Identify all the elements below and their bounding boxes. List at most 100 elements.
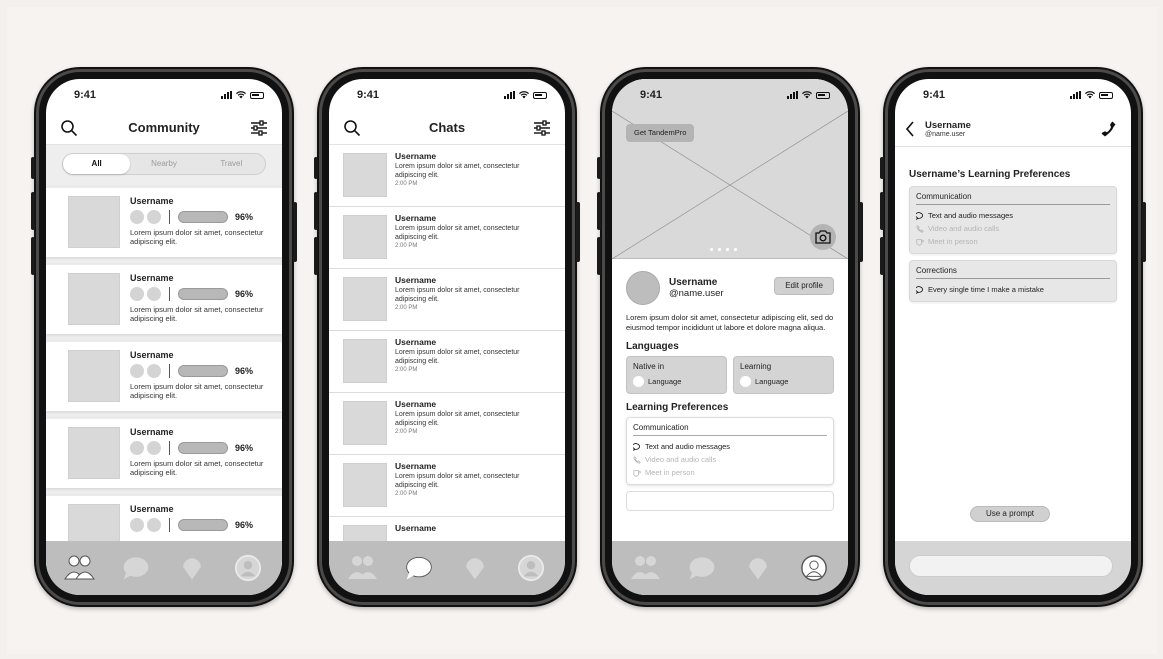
- pref-text-audio-label: Text and audio messages: [928, 211, 1014, 220]
- signal-icon: [504, 91, 515, 99]
- chat-avatar-placeholder: [343, 277, 387, 321]
- match-bar: [178, 442, 228, 454]
- use-prompt-button[interactable]: Use a prompt: [970, 506, 1050, 522]
- language-dot: [147, 518, 161, 532]
- phone-community: 9:41 Community All Nearby Travel Usernam…: [31, 67, 297, 607]
- chat-avatar-placeholder: [343, 215, 387, 259]
- segment-nearby[interactable]: Nearby: [130, 154, 197, 174]
- pref-meet-label: Meet in person: [645, 468, 695, 477]
- profile-icon: [234, 554, 262, 582]
- chat-username: Username: [395, 213, 437, 223]
- phone-icon: [633, 455, 641, 464]
- message-icon: [633, 442, 640, 451]
- tab-profile[interactable]: [797, 551, 831, 585]
- wifi-icon: [519, 91, 529, 99]
- tab-community[interactable]: [63, 551, 97, 585]
- tab-tips[interactable]: [458, 551, 492, 585]
- pref-text-audio: Text and audio messages: [633, 440, 827, 453]
- camera-button[interactable]: [810, 224, 836, 250]
- chat-preview: Lorem ipsum dolor sit amet, consectetur …: [395, 411, 520, 427]
- wifi-icon: [236, 91, 246, 99]
- native-label: Native in: [633, 362, 665, 371]
- user-photo-placeholder: [68, 350, 120, 402]
- filter-icon[interactable]: [250, 119, 268, 137]
- match-bar: [178, 365, 228, 377]
- chat-username: Username: [395, 337, 437, 347]
- language-dot: [130, 518, 144, 532]
- edit-profile-button[interactable]: Edit profile: [774, 277, 834, 295]
- community-card[interactable]: Username 96% Lorem ipsum dolor sit amet, c…: [46, 341, 282, 411]
- tab-profile[interactable]: [231, 551, 265, 585]
- status-time: 9:41: [640, 89, 663, 101]
- chat-row[interactable]: Username Lorem ipsum dolor sit amet, cons…: [329, 207, 565, 269]
- phone-chats: 9:41 Chats Username Lorem ipsum dolor sit…: [314, 67, 580, 607]
- communication-card: Communication Text and audio messages Vi…: [909, 186, 1117, 254]
- chat-row[interactable]: Username Lorem ipsum dolor sit amet, cons…: [329, 393, 565, 455]
- carousel-dots: [710, 248, 737, 251]
- user-photo-placeholder: [68, 427, 120, 479]
- community-list: Username 96% Lorem ipsum dolor sit amet, c…: [46, 187, 282, 565]
- message-composer: [895, 541, 1131, 595]
- card-description: Lorem ipsum dolor sit amet, consectetur …: [130, 228, 264, 246]
- pref-meet-label: Meet in person: [928, 237, 978, 246]
- divider: [169, 518, 170, 532]
- tab-tips[interactable]: [175, 551, 209, 585]
- profile-handle: @name.user: [669, 288, 724, 299]
- match-percent: 96%: [235, 520, 254, 530]
- user-photo-placeholder: [68, 196, 120, 248]
- chat-bubble-icon: [406, 556, 432, 580]
- get-pro-button[interactable]: Get TandemPro: [626, 124, 695, 142]
- status-bar: 9:41: [895, 79, 1131, 111]
- chat-bubble-icon: [689, 557, 715, 580]
- message-icon: [916, 285, 923, 294]
- filter-icon[interactable]: [533, 119, 551, 137]
- learning-preferences-heading: Learning Preferences: [626, 402, 729, 413]
- chat-time: 2:00 PM: [395, 181, 418, 187]
- pref-text-audio-label: Text and audio messages: [645, 442, 731, 451]
- language-dot: [130, 441, 144, 455]
- community-card[interactable]: Username 96% Lorem ipsum dolor sit amet, c…: [46, 187, 282, 257]
- chat-row[interactable]: Username Lorem ipsum dolor sit amet, cons…: [329, 455, 565, 517]
- segment-travel[interactable]: Travel: [198, 154, 265, 174]
- communication-title: Communication: [633, 423, 827, 436]
- tab-profile[interactable]: [514, 551, 548, 585]
- profile-icon: [801, 555, 827, 581]
- search-icon[interactable]: [343, 119, 361, 137]
- chat-time: 2:00 PM: [395, 429, 418, 435]
- cover-image-placeholder: Get TandemPro: [612, 111, 848, 259]
- segment-all[interactable]: All: [63, 154, 131, 174]
- tab-community[interactable]: [629, 551, 663, 585]
- status-bar: 9:41: [612, 79, 848, 111]
- search-icon[interactable]: [60, 119, 78, 137]
- communication-card: Communication Text and audio messages Vi…: [626, 417, 834, 485]
- tab-chats[interactable]: [685, 551, 719, 585]
- signal-icon: [1070, 91, 1081, 99]
- chat-row[interactable]: Username Lorem ipsum dolor sit amet, cons…: [329, 331, 565, 393]
- back-arrow-icon[interactable]: [905, 120, 915, 137]
- chat-row[interactable]: Username Lorem ipsum dolor sit amet, cons…: [329, 145, 565, 207]
- card-description: Lorem ipsum dolor sit amet, consectetur …: [130, 459, 264, 477]
- tab-community[interactable]: [346, 551, 380, 585]
- phone-profile: 9:41 Get TandemPro Username @name.user E…: [597, 67, 863, 607]
- tab-chats[interactable]: [119, 551, 153, 585]
- community-card[interactable]: Username 96% Lorem ipsum dolor sit amet, c…: [46, 418, 282, 488]
- chat-time: 2:00 PM: [395, 367, 418, 373]
- pref-text-audio: Text and audio messages: [916, 209, 1110, 222]
- learning-language-card[interactable]: Learning Language: [733, 356, 834, 394]
- chat-username: Username: [395, 461, 437, 471]
- chat-row[interactable]: Username Lorem ipsum dolor sit amet, cons…: [329, 269, 565, 331]
- native-language-value: Language: [648, 377, 682, 386]
- match-bar: [178, 519, 228, 531]
- chat-preview: Lorem ipsum dolor sit amet, consectetur …: [395, 287, 520, 303]
- phone-call-icon[interactable]: [1099, 120, 1117, 138]
- card-description: Lorem ipsum dolor sit amet, consectetur …: [130, 382, 264, 400]
- community-card[interactable]: Username 96% Lorem ipsum dolor sit amet, c…: [46, 264, 282, 334]
- tab-tips[interactable]: [741, 551, 775, 585]
- divider: [169, 441, 170, 455]
- chat-user-handle: @name.user: [925, 130, 966, 138]
- community-icon: [348, 556, 377, 579]
- message-input[interactable]: [909, 555, 1113, 577]
- tab-chats[interactable]: [402, 551, 436, 585]
- card-username: Username: [130, 504, 174, 514]
- native-language-card[interactable]: Native in Language: [626, 356, 727, 394]
